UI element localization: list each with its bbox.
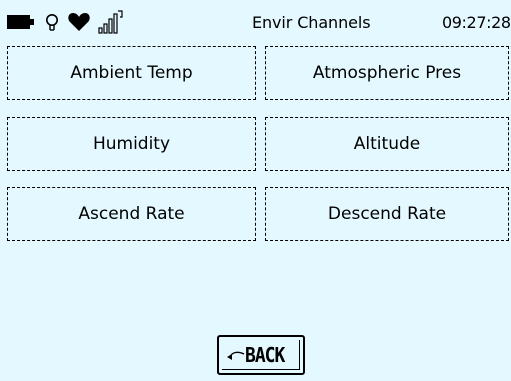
channel-grid: Ambient Temp Atmospheric Pres Humidity A… [7, 40, 509, 241]
ascend-rate-button[interactable]: Ascend Rate [7, 187, 256, 241]
status-bar: Envir Channels 09:27:28 [0, 0, 511, 40]
back-button[interactable]: BACK [217, 335, 305, 375]
altitude-button[interactable]: Altitude [265, 117, 509, 171]
battery-icon [6, 9, 36, 35]
atmospheric-pres-button[interactable]: Atmospheric Pres [265, 46, 509, 100]
signal-strength-icon [97, 9, 125, 35]
humidity-button[interactable]: Humidity [7, 117, 256, 171]
ambient-temp-button[interactable]: Ambient Temp [7, 46, 256, 100]
clock-time: 09:27:28 [442, 13, 511, 32]
back-arrow-icon [226, 348, 246, 362]
descend-rate-button[interactable]: Descend Rate [265, 187, 509, 241]
back-label: BACK [245, 344, 285, 368]
light-bulb-icon [45, 9, 59, 35]
screen-title: Envir Channels [252, 13, 371, 32]
heart-icon [67, 9, 91, 35]
